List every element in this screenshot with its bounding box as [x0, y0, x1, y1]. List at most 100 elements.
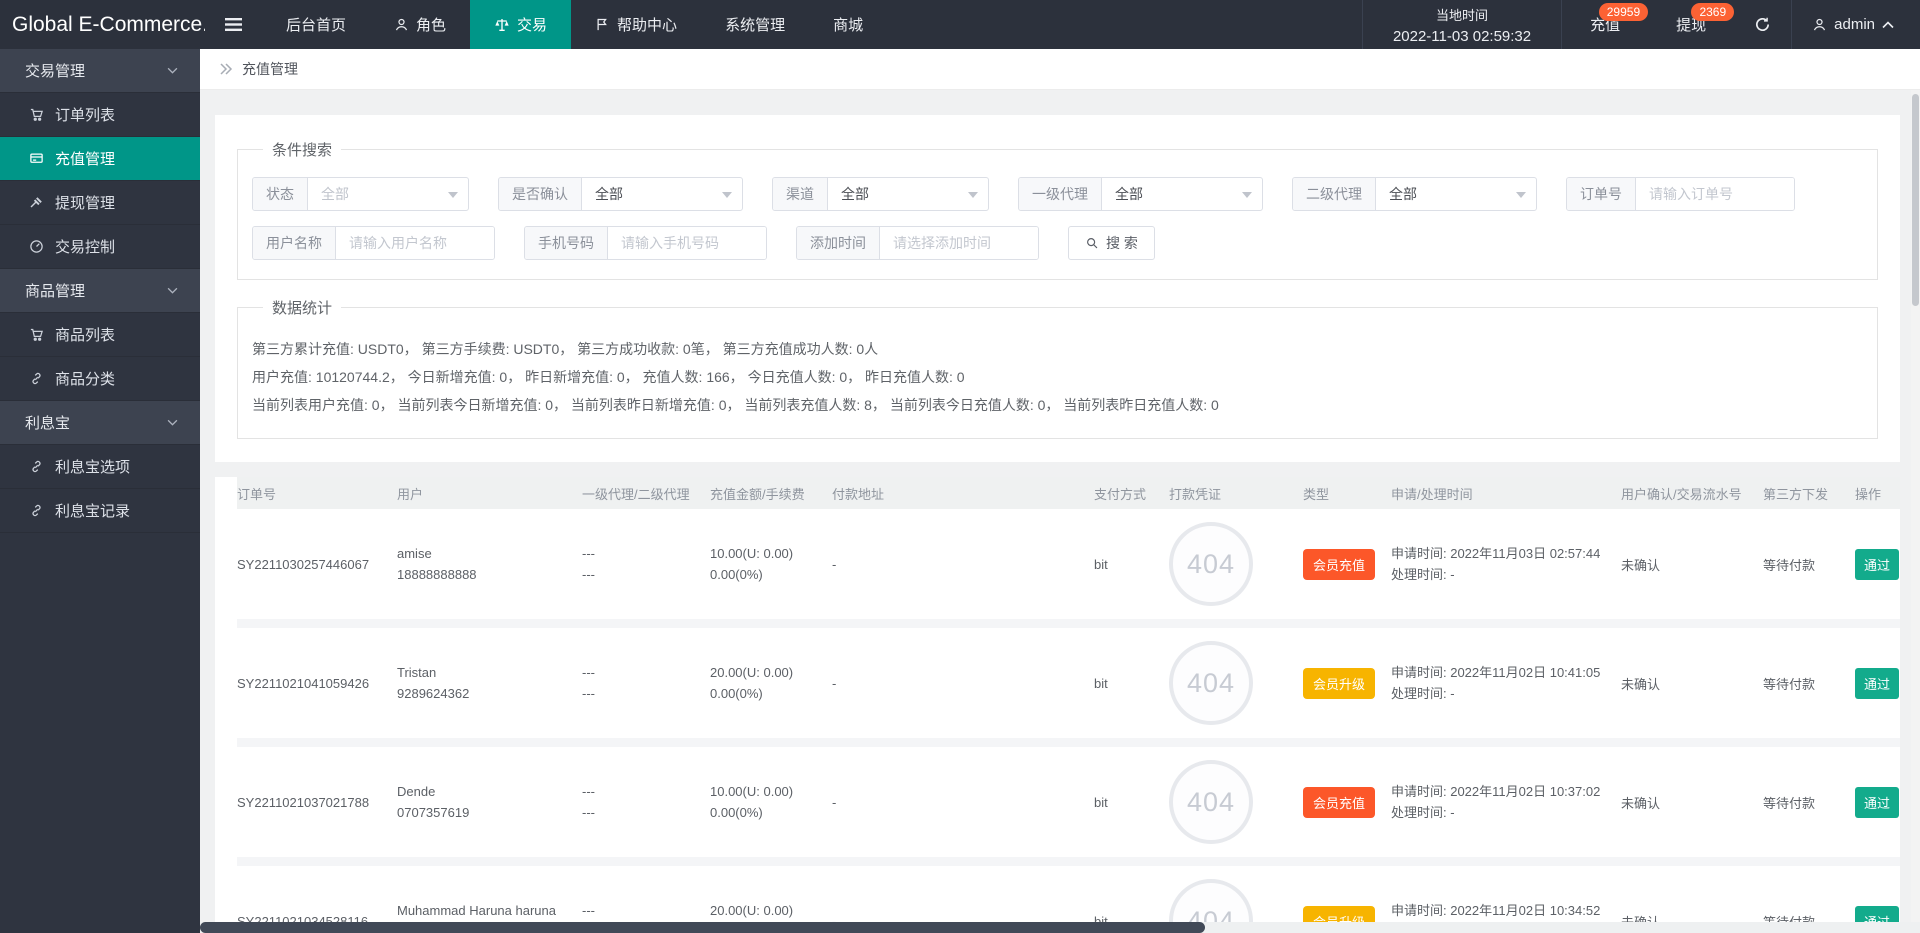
nav-trade[interactable]: 交易 — [470, 0, 571, 49]
search-icon — [1085, 236, 1099, 250]
approve-button[interactable]: 通过 — [1855, 787, 1899, 818]
vertical-scrollbar[interactable] — [1911, 90, 1920, 923]
channel-select[interactable]: 全部 — [828, 178, 988, 210]
user-name: Tristan — [397, 662, 572, 683]
sidebar-item-order-list[interactable]: 订单列表 — [0, 93, 200, 137]
agent1: --- — [582, 543, 700, 564]
nav-help-center[interactable]: 帮助中心 — [571, 0, 701, 49]
approve-button[interactable]: 通过 — [1855, 549, 1899, 580]
sidebar-group-lixibao[interactable]: 利息宝 — [0, 401, 200, 445]
status-select-group: 状态 全部 — [252, 177, 469, 211]
agent1-select[interactable]: 全部 — [1102, 178, 1262, 210]
breadcrumb-current[interactable]: 充值管理 — [242, 59, 298, 79]
sidebar-item-lixibao-records[interactable]: 利息宝记录 — [0, 489, 200, 533]
search-row-2: 用户名称 手机号码 添加时间 搜 索 — [252, 226, 1863, 260]
nav-help-center-label: 帮助中心 — [617, 14, 677, 35]
col-third-party: 第三方下发 — [1763, 484, 1855, 503]
refresh-button[interactable] — [1734, 0, 1792, 49]
apply-time: 申请时间: 2022年11月02日 10:34:52 — [1391, 900, 1611, 921]
process-time: 处理时间: - — [1391, 564, 1611, 585]
status-select[interactable]: 全部 — [308, 178, 468, 210]
agent1: --- — [582, 900, 700, 921]
cell-agents: --- --- — [582, 662, 710, 704]
vertical-scrollbar-thumb[interactable] — [1912, 94, 1919, 306]
stats-line-current-list: 当前列表用户充值: 0， 当前列表今日新增充值: 0， 当前列表昨日新增充值: … — [252, 391, 1863, 419]
local-time: 当地时间 2022-11-03 02:59:32 — [1362, 0, 1562, 49]
sidebar-item-goods-list[interactable]: 商品列表 — [0, 313, 200, 357]
filter-card: 条件搜索 状态 全部 是否确认 全部 — [215, 115, 1900, 462]
sidebar-item-lixibao-options[interactable]: 利息宝选项 — [0, 445, 200, 489]
cell-type: 会员升级 — [1303, 668, 1391, 699]
sidebar-group-trade[interactable]: 交易管理 — [0, 49, 200, 93]
sidebar-item-trade-control[interactable]: 交易控制 — [0, 225, 200, 269]
withdraw-shortcut[interactable]: 提现 2369 — [1648, 0, 1734, 49]
nav-mall-label: 商城 — [833, 14, 863, 35]
agent2-select-group: 二级代理 全部 — [1292, 177, 1537, 211]
confirmed-select[interactable]: 全部 — [582, 178, 742, 210]
horizontal-scrollbar[interactable] — [200, 922, 1920, 933]
col-address: 付款地址 — [832, 484, 1094, 503]
agent1: --- — [582, 781, 700, 802]
cell-third-party: 等待付款 — [1763, 555, 1855, 574]
user-name: amise — [397, 543, 572, 564]
agent1-select-group: 一级代理 全部 — [1018, 177, 1263, 211]
sidebar-item-label: 订单列表 — [55, 104, 115, 125]
search-button[interactable]: 搜 索 — [1068, 226, 1155, 260]
stats-legend: 数据统计 — [263, 297, 341, 318]
sidebar-toggle-button[interactable] — [205, 0, 262, 49]
recharge-shortcut[interactable]: 充值 29959 — [1562, 0, 1648, 49]
nav-dashboard[interactable]: 后台首页 — [262, 0, 370, 49]
nav-roles[interactable]: 角色 — [370, 0, 470, 49]
apply-time: 申请时间: 2022年11月02日 10:37:02 — [1391, 781, 1611, 802]
app-logo: Global E-Commerce... — [0, 0, 205, 49]
approve-button[interactable]: 通过 — [1855, 668, 1899, 699]
cell-order-no: SY2211030257446067 — [237, 557, 397, 572]
cart-icon — [29, 327, 44, 342]
order-no-input[interactable] — [1636, 178, 1794, 210]
type-badge: 会员充值 — [1303, 787, 1375, 818]
double-arrow-icon — [219, 63, 233, 75]
broken-image-placeholder: 404 — [1169, 522, 1253, 606]
user-name-input[interactable] — [336, 227, 494, 259]
sidebar-item-label: 商品分类 — [55, 368, 115, 389]
search-legend: 条件搜索 — [263, 139, 341, 160]
sidebar-group-lixibao-label: 利息宝 — [25, 412, 70, 433]
col-voucher: 打款凭证 — [1169, 484, 1303, 503]
fee: 0.00(0%) — [710, 802, 822, 823]
sidebar-item-goods-category[interactable]: 商品分类 — [0, 357, 200, 401]
col-type: 类型 — [1303, 484, 1391, 503]
phone-label: 手机号码 — [525, 227, 608, 259]
type-badge: 会员充值 — [1303, 549, 1375, 580]
cell-amount: 10.00(U: 0.00) 0.00(0%) — [710, 781, 832, 823]
col-time: 申请/处理时间 — [1391, 484, 1621, 503]
cell-third-party: 等待付款 — [1763, 793, 1855, 812]
chevron-up-icon — [1882, 21, 1894, 29]
sidebar-item-withdraw-management[interactable]: 提现管理 — [0, 181, 200, 225]
top-nav: 后台首页 角色 交易 帮助中心 系统管理 — [262, 0, 887, 49]
amount: 20.00(U: 0.00) — [710, 900, 822, 921]
recharge-table: 订单号 用户 一级代理/二级代理 充值金额/手续费 付款地址 支付方式 打款凭证… — [215, 477, 1900, 933]
user-phone: 0707357619 — [397, 802, 572, 823]
sidebar-item-label: 提现管理 — [55, 192, 115, 213]
gavel-icon — [29, 195, 44, 210]
main-content: 条件搜索 状态 全部 是否确认 全部 — [200, 90, 1920, 933]
add-time-input[interactable] — [880, 227, 1038, 259]
add-time-input-group: 添加时间 — [796, 226, 1039, 260]
agent1-label: 一级代理 — [1019, 178, 1102, 210]
cell-confirm: 未确认 — [1621, 555, 1763, 574]
broken-image-placeholder: 404 — [1169, 760, 1253, 844]
user-menu[interactable]: admin — [1792, 0, 1920, 49]
sidebar-group-goods[interactable]: 商品管理 — [0, 269, 200, 313]
cell-voucher: 404 — [1169, 641, 1303, 725]
phone-input[interactable] — [608, 227, 766, 259]
nav-mall[interactable]: 商城 — [809, 0, 887, 49]
add-time-label: 添加时间 — [797, 227, 880, 259]
horizontal-scrollbar-thumb[interactable] — [200, 922, 1205, 933]
table-row: SY2211030257446067 amise 18888888888 ---… — [237, 509, 1900, 628]
cell-confirm: 未确认 — [1621, 793, 1763, 812]
agent2-select[interactable]: 全部 — [1376, 178, 1536, 210]
sidebar-item-recharge-management[interactable]: 充值管理 — [0, 137, 200, 181]
order-no-input-group: 订单号 — [1566, 177, 1795, 211]
cell-time: 申请时间: 2022年11月03日 02:57:44 处理时间: - — [1391, 543, 1621, 585]
nav-system[interactable]: 系统管理 — [701, 0, 809, 49]
